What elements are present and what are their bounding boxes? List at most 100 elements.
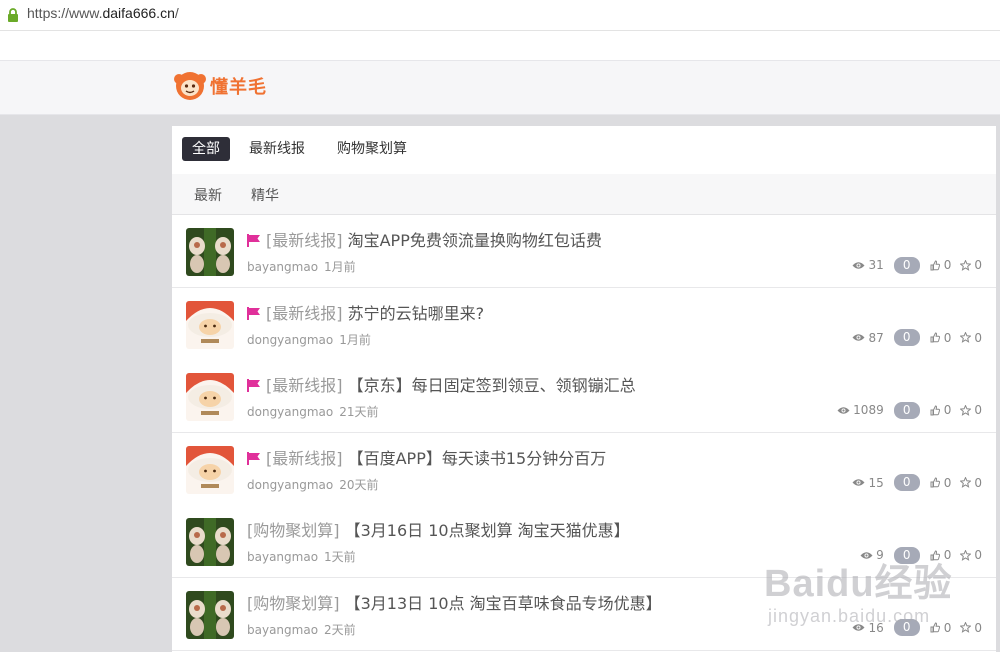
post-row[interactable]: [最新线报] 【百度APP】每天读书15分钟分百万 dongyangmao 20天前… — [172, 432, 996, 506]
star-icon — [960, 404, 972, 416]
post-row[interactable]: [最新线报] 【京东】每日固定签到领豆、领钢镚汇总 dongyangmao 21天前… — [172, 360, 996, 433]
url-text[interactable]: https://www.daifa666.cn/ — [27, 5, 179, 21]
favorite-button[interactable]: 0 — [960, 476, 982, 490]
star-icon — [960, 332, 972, 343]
post-title-link[interactable]: [最新线报] 【京东】每日固定签到领豆、领钢镚汇总 — [247, 372, 636, 396]
tab-latest-deals[interactable]: 最新线报 — [239, 137, 315, 161]
like-button[interactable]: 0 — [930, 331, 951, 345]
page-top-spacer — [0, 31, 1000, 60]
reply-count-badge: 0 — [893, 256, 920, 274]
post-category: [购物聚划算] — [247, 593, 340, 613]
post-author[interactable]: dongyangmao — [247, 478, 333, 492]
author-avatar[interactable] — [186, 445, 234, 494]
post-meta: dongyangmao 20天前 — [247, 476, 379, 493]
site-logo[interactable]: 懂羊毛 — [172, 69, 267, 103]
flag-icon — [247, 306, 260, 320]
author-avatar[interactable] — [186, 590, 234, 639]
author-avatar[interactable] — [186, 228, 234, 276]
thumbs-up-icon — [930, 332, 940, 343]
post-title-link[interactable]: [购物聚划算] 【3月13日 10点 淘宝百草味食品专场优惠】 — [247, 590, 662, 614]
view-count: 31 — [852, 258, 884, 272]
flag-icon — [247, 451, 260, 465]
watermark-url: jingyan.baidu.com — [768, 606, 931, 626]
post-row[interactable]: [最新线报] 淘宝APP免费领流量换购物红包话费 bayangmao 1月前 31 0 0… — [172, 215, 996, 288]
post-row[interactable]: [最新线报] 苏宁的云钻哪里来? dongyangmao 1月前 87 0 0 0 — [172, 287, 996, 361]
post-stats: 87 0 0 0 — [852, 329, 982, 347]
post-author[interactable]: dongyangmao — [247, 405, 333, 419]
post-title-link[interactable]: [最新线报] 淘宝APP免费领流量换购物红包话费 — [247, 227, 602, 251]
post-author[interactable]: bayangmao — [247, 550, 318, 564]
eye-icon — [852, 261, 865, 269]
post-title-link[interactable]: [最新线报] 【百度APP】每天读书15分钟分百万 — [247, 445, 606, 469]
category-tabs: 全部 最新线报 购物聚划算 — [172, 126, 996, 174]
post-time: 1月前 — [324, 260, 356, 274]
post-title: 苏宁的云钻哪里来? — [347, 303, 485, 323]
browser-address-bar[interactable]: https://www.daifa666.cn/ — [0, 0, 1000, 31]
view-count: 1089 — [837, 403, 884, 417]
watermark-title: Baidu经验 — [764, 563, 953, 605]
star-icon — [960, 259, 972, 271]
eye-icon — [837, 406, 850, 414]
post-time: 1天前 — [324, 550, 356, 564]
post-meta: dongyangmao 21天前 — [247, 403, 379, 420]
reply-count-badge: 0 — [893, 401, 920, 419]
reply-count-badge: 0 — [893, 329, 920, 346]
thumbs-up-icon — [930, 259, 940, 270]
post-meta: bayangmao 1月前 — [247, 258, 356, 275]
post-title: 淘宝APP免费领流量换购物红包话费 — [347, 231, 602, 250]
post-meta: bayangmao 2天前 — [247, 621, 356, 638]
post-category: [最新线报] — [266, 231, 343, 250]
reply-count-badge: 0 — [893, 474, 920, 491]
thumbs-up-icon — [930, 404, 940, 415]
post-category: [购物聚划算] — [247, 521, 340, 540]
eye-icon — [852, 479, 865, 486]
post-author[interactable]: bayangmao — [247, 260, 318, 274]
favorite-button[interactable]: 0 — [960, 403, 982, 417]
view-count: 15 — [852, 476, 884, 490]
post-title-link[interactable]: [最新线报] 苏宁的云钻哪里来? — [247, 300, 484, 324]
eye-icon — [852, 334, 865, 341]
baidu-jingyan-watermark: Baidu经验 jingyan.baidu.com — [764, 540, 1000, 652]
post-title: 【京东】每日固定签到领豆、领钢镚汇总 — [347, 376, 636, 395]
subtab-newest[interactable]: 最新 — [194, 185, 222, 205]
sheep-logo-icon — [174, 72, 206, 100]
post-stats: 1089 0 0 0 — [837, 401, 982, 419]
flag-icon — [247, 379, 260, 392]
logo-text: 懂羊毛 — [210, 77, 267, 98]
post-author[interactable]: bayangmao — [247, 623, 318, 637]
flag-icon — [247, 234, 260, 247]
post-time: 1月前 — [339, 332, 371, 347]
post-title: 【百度APP】每天读书15分钟分百万 — [347, 448, 607, 468]
post-title: 【3月13日 10点 淘宝百草味食品专场优惠】 — [344, 593, 662, 613]
star-icon — [960, 477, 972, 488]
post-category: [最新线报] — [266, 303, 343, 323]
site-header: 懂羊毛 — [0, 60, 1000, 115]
post-author[interactable]: dongyangmao — [247, 333, 333, 347]
author-avatar[interactable] — [186, 518, 234, 566]
post-title: 【3月16日 10点聚划算 淘宝天猫优惠】 — [344, 521, 630, 540]
post-time: 20天前 — [339, 477, 379, 492]
post-category: [最新线报] — [266, 448, 343, 468]
lock-icon — [8, 8, 18, 22]
post-time: 2天前 — [324, 622, 356, 637]
post-meta: bayangmao 1天前 — [247, 548, 356, 565]
sort-tabs: 最新 精华 — [172, 174, 996, 215]
subtab-featured[interactable]: 精华 — [251, 185, 279, 205]
post-stats: 15 0 0 0 — [852, 474, 982, 492]
post-category: [最新线报] — [266, 376, 343, 395]
post-stats: 31 0 0 0 — [852, 256, 982, 274]
like-button[interactable]: 0 — [930, 403, 951, 417]
like-button[interactable]: 0 — [930, 476, 951, 490]
tab-shopping-deals[interactable]: 购物聚划算 — [327, 137, 417, 161]
like-button[interactable]: 0 — [930, 258, 951, 272]
post-meta: dongyangmao 1月前 — [247, 331, 371, 348]
favorite-button[interactable]: 0 — [960, 258, 982, 272]
author-avatar[interactable] — [186, 373, 234, 421]
view-count: 87 — [852, 331, 884, 345]
favorite-button[interactable]: 0 — [960, 331, 982, 345]
tab-all[interactable]: 全部 — [182, 137, 230, 161]
post-time: 21天前 — [339, 405, 379, 419]
author-avatar[interactable] — [186, 300, 234, 349]
post-title-link[interactable]: [购物聚划算] 【3月16日 10点聚划算 淘宝天猫优惠】 — [247, 517, 630, 541]
thumbs-up-icon — [930, 477, 940, 488]
